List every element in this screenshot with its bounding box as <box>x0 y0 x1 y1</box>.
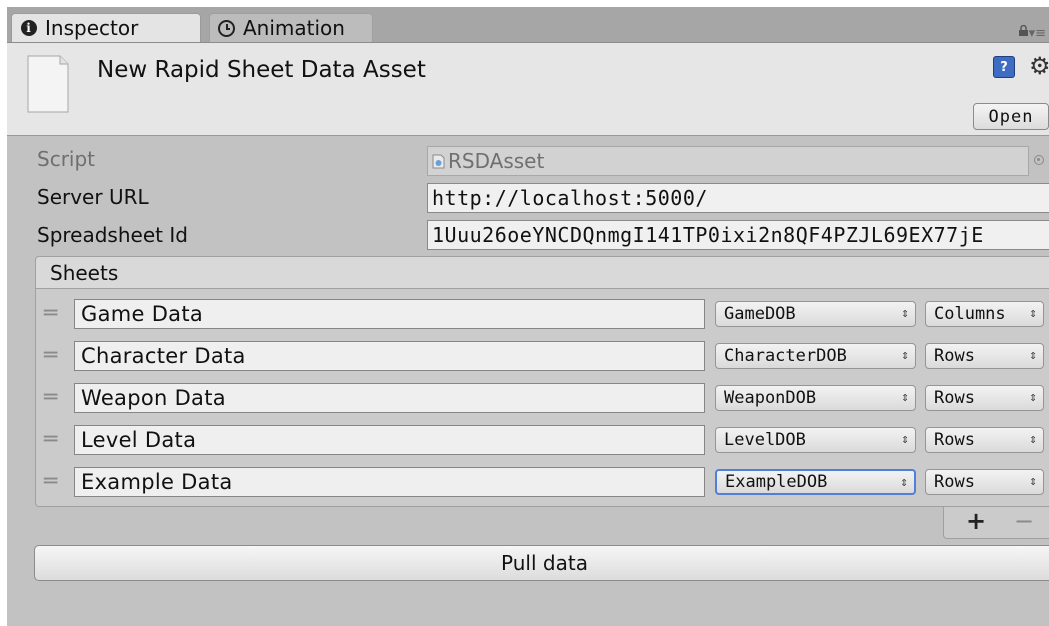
dropdown-arrow-icon: ⇕ <box>900 475 908 490</box>
sheet-mode-value: Rows <box>934 430 975 450</box>
sheet-mode-dropdown[interactable]: Rows ⇕ <box>925 427 1044 453</box>
dropdown-arrow-icon: ⇕ <box>901 432 909 447</box>
sheets-list-header: Sheets <box>35 256 1049 289</box>
sheet-mode-dropdown[interactable]: Rows ⇕ <box>925 343 1044 369</box>
tab-inspector[interactable]: i Inspector <box>11 13 201 42</box>
dropdown-arrow-icon: ⇕ <box>1029 474 1037 489</box>
list-footer: + − <box>943 507 1049 539</box>
object-picker-icon[interactable] <box>1034 155 1044 165</box>
sheet-class-value: GameDOB <box>724 304 796 324</box>
drag-handle-icon[interactable]: ═ <box>44 387 57 409</box>
sheet-mode-value: Columns <box>934 304 1006 324</box>
sheet-class-dropdown[interactable]: CharacterDOB ⇕ <box>715 343 916 369</box>
sheet-name-field[interactable]: Game Data <box>74 299 705 329</box>
spreadsheet-id-field[interactable]: 1Uuu26oeYNCDQnmgI141TP0ixi2n8QF4PZJL69EX… <box>427 220 1049 250</box>
drag-handle-icon[interactable]: ═ <box>44 303 57 325</box>
script-label: Script <box>37 147 96 171</box>
inspector-window: i Inspector Animation ▾≡ New Rapid Sheet… <box>7 7 1049 626</box>
tab-animation-label: Animation <box>243 16 345 40</box>
open-button[interactable]: Open <box>973 103 1049 130</box>
script-value: RSDAsset <box>448 149 545 173</box>
sheet-class-value: LevelDOB <box>724 430 806 450</box>
sheet-mode-value: Rows <box>934 388 975 408</box>
sheet-mode-dropdown[interactable]: Rows ⇕ <box>925 385 1044 411</box>
help-icon[interactable]: ? <box>993 56 1015 78</box>
drag-handle-icon[interactable]: ═ <box>44 429 57 451</box>
script-field: RSDAsset <box>427 146 1029 176</box>
sheet-row: ═ Character Data CharacterDOB ⇕ Rows ⇕ <box>36 339 1049 373</box>
sheet-mode-dropdown[interactable]: Columns ⇕ <box>925 301 1044 327</box>
sheet-name-field[interactable]: Example Data <box>74 467 705 497</box>
sheet-row: ═ Level Data LevelDOB ⇕ Rows ⇕ <box>36 423 1049 457</box>
asset-header: New Rapid Sheet Data Asset ? ⚙ Open <box>7 43 1049 136</box>
lock-icon[interactable] <box>1018 25 1029 36</box>
script-icon <box>432 154 445 168</box>
dropdown-arrow-icon: ⇕ <box>901 306 909 321</box>
remove-sheet-button[interactable]: − <box>1014 508 1034 534</box>
sheet-class-dropdown[interactable]: LevelDOB ⇕ <box>715 427 916 453</box>
sheet-name-field[interactable]: Character Data <box>74 341 705 371</box>
sheet-row: ═ Weapon Data WeaponDOB ⇕ Rows ⇕ <box>36 381 1049 415</box>
sheet-class-dropdown[interactable]: GameDOB ⇕ <box>715 301 916 327</box>
dropdown-arrow-icon: ⇕ <box>1029 432 1037 447</box>
dropdown-arrow-icon: ⇕ <box>901 348 909 363</box>
sheets-list: ═ Game Data GameDOB ⇕ Columns ⇕ ═ Charac… <box>35 289 1049 507</box>
dropdown-arrow-icon: ⇕ <box>1029 390 1037 405</box>
sheet-row: ═ Game Data GameDOB ⇕ Columns ⇕ <box>36 297 1049 331</box>
sheet-mode-dropdown[interactable]: Rows ⇕ <box>925 469 1044 495</box>
sheet-name-field[interactable]: Weapon Data <box>74 383 705 413</box>
gear-icon[interactable]: ⚙ <box>1029 52 1049 80</box>
dropdown-arrow-icon: ⇕ <box>901 390 909 405</box>
window-menu-icon[interactable]: ▾≡ <box>1029 26 1046 41</box>
server-url-field[interactable]: http://localhost:5000/ <box>427 183 1049 213</box>
add-sheet-button[interactable]: + <box>966 508 986 534</box>
spreadsheet-id-label: Spreadsheet Id <box>37 223 188 247</box>
sheet-class-dropdown[interactable]: WeaponDOB ⇕ <box>715 385 916 411</box>
clock-icon <box>218 19 235 37</box>
sheet-class-value: WeaponDOB <box>724 388 817 408</box>
sheet-mode-value: Rows <box>934 346 975 366</box>
sheet-class-dropdown[interactable]: ExampleDOB ⇕ <box>715 469 916 495</box>
tab-animation[interactable]: Animation <box>209 13 373 42</box>
sheet-row: ═ Example Data ExampleDOB ⇕ Rows ⇕ <box>36 465 1049 499</box>
drag-handle-icon[interactable]: ═ <box>44 471 57 493</box>
sheet-mode-value: Rows <box>934 472 975 492</box>
server-url-label: Server URL <box>37 185 149 209</box>
info-icon: i <box>20 20 37 37</box>
drag-handle-icon[interactable]: ═ <box>44 345 57 367</box>
tab-inspector-label: Inspector <box>45 16 139 40</box>
dropdown-arrow-icon: ⇕ <box>1029 306 1037 321</box>
sheet-name-field[interactable]: Level Data <box>74 425 705 455</box>
pull-data-button[interactable]: Pull data <box>34 545 1049 581</box>
sheet-class-value: CharacterDOB <box>724 346 847 366</box>
dropdown-arrow-icon: ⇕ <box>1029 348 1037 363</box>
sheet-class-value: ExampleDOB <box>725 472 828 492</box>
tab-strip: i Inspector Animation ▾≡ <box>7 7 1049 43</box>
document-icon <box>27 55 69 113</box>
asset-title: New Rapid Sheet Data Asset <box>97 57 426 83</box>
